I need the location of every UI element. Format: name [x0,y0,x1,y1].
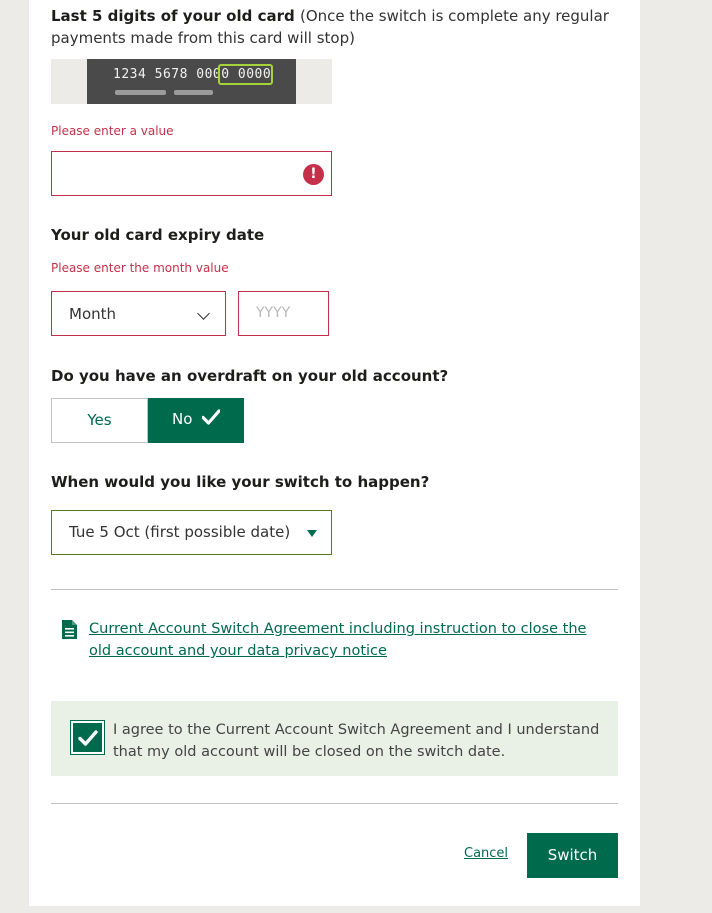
cancel-link[interactable]: Cancel [464,846,508,861]
card-bar [115,90,166,95]
document-icon [62,620,77,639]
last-digits-highlight [218,64,273,85]
expiry-label: Your old card expiry date [51,226,265,244]
card-digits-error: Please enter a value [51,124,174,138]
dropdown-triangle-icon [307,530,317,537]
switch-date-value: Tue 5 Oct (first possible date) [69,523,291,541]
card-digits-label: Last 5 digits of your old card [51,7,295,25]
chevron-down-icon [197,307,210,320]
divider [51,589,618,590]
expiry-error: Please enter the month value [51,261,229,275]
agreement-checkbox-panel: I agree to the Current Account Switch Ag… [51,701,618,776]
overdraft-no-button[interactable]: No [148,398,244,443]
overdraft-yes-button[interactable]: Yes [51,398,148,443]
switch-date-label: When would you like your switch to happe… [51,473,430,491]
checkmark-icon [202,409,220,425]
agreement-checkbox[interactable] [70,720,105,755]
card-bar [174,90,213,95]
card-digits-input[interactable]: ! [51,151,332,196]
expiry-year-input[interactable]: YYYY [238,291,329,336]
expiry-month-select[interactable]: Month [51,291,226,336]
card-digits-label-block: Last 5 digits of your old card (Once the… [51,5,611,49]
switch-button[interactable]: Switch [527,833,618,878]
switch-agreement-link[interactable]: Current Account Switch Agreement includi… [89,618,599,662]
agreement-checkbox-label: I agree to the Current Account Switch Ag… [113,722,600,760]
checkmark-icon [78,730,98,746]
expiry-month-value: Month [69,305,117,323]
overdraft-no-label: No [172,410,193,428]
card-illustration: 1234 5678 0000 0000 [87,59,296,104]
overdraft-label: Do you have an overdraft on your old acc… [51,367,449,385]
divider [51,803,618,804]
switch-date-select[interactable]: Tue 5 Oct (first possible date) [51,510,332,555]
error-icon: ! [303,164,324,185]
expiry-year-placeholder: YYYY [256,305,291,321]
